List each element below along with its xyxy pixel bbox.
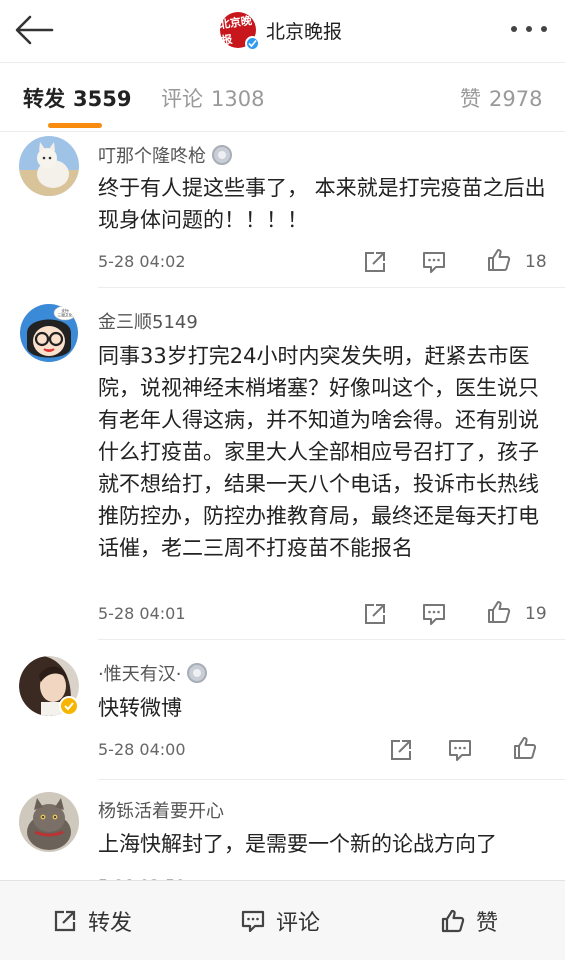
username-text: 叮那个隆咚枪: [98, 146, 206, 167]
bottom-action-bar: 转发 评论 赞: [0, 880, 565, 960]
comment-time: 5-28 04:01: [98, 604, 186, 623]
top-bar: 北京晚报 北京晚报: [0, 0, 565, 62]
comment-time: 5-28 04:00: [98, 740, 186, 759]
tab-repost-count: 3559: [73, 87, 132, 111]
username-text: 金三顺5149: [98, 312, 198, 333]
tab-comments-label: 评论: [161, 87, 203, 111]
like-icon[interactable]: [486, 599, 512, 625]
tab-likes[interactable]: 赞 2978: [460, 83, 542, 113]
like-count: 19: [525, 604, 547, 624]
tab-comments[interactable]: 评论 1308: [161, 83, 264, 113]
comment-button[interactable]: 评论: [240, 903, 320, 939]
avatar[interactable]: 支持 三顺文化: [19, 303, 79, 363]
list-item: 叮那个隆咚枪 终于有人提这些事了， 本来就是打完疫苗之后出现身体问题的！！！！ …: [0, 132, 565, 288]
like-label: 赞: [476, 911, 499, 936]
medal-icon: [187, 663, 208, 683]
comment-text: 同事33岁打完24小时内突发失明，赶紧去市医院，说视神经末梢堵塞？好像叫这个，医…: [98, 344, 539, 560]
avatar-caption-line2: 三顺文化: [57, 313, 72, 318]
share-icon[interactable]: [388, 737, 414, 763]
reply-icon[interactable]: [447, 737, 473, 763]
reply-icon[interactable]: [421, 249, 447, 275]
share-icon: [54, 910, 76, 932]
like-count: 18: [525, 252, 547, 272]
reply-icon: [241, 910, 265, 933]
comment-username[interactable]: 金三顺5149: [98, 308, 198, 334]
list-item: 杨铄活着要开心 上海快解封了，是需要一个新的论战方向了 5-28 03:59: [0, 780, 565, 895]
comment-username[interactable]: 叮那个隆咚枪: [98, 142, 232, 168]
verified-icon: [59, 696, 79, 716]
like-icon[interactable]: [486, 247, 512, 273]
like-icon[interactable]: [512, 735, 538, 761]
list-item: 支持 三顺文化 金三顺5149 同事33岁打完24小时内突发失明，赶紧去市医院，…: [0, 288, 565, 640]
tab-likes-label: 赞: [460, 87, 481, 111]
username-text: 杨铄活着要开心: [98, 801, 224, 822]
avatar[interactable]: [19, 656, 79, 716]
tab-bar: 转发 3559 评论 1308 赞 2978: [0, 63, 565, 131]
list-item: ·惟天有汉· 快转微博 5-28 04:00: [0, 640, 565, 780]
tab-likes-count: 2978: [489, 87, 543, 111]
like-button[interactable]: 赞: [440, 903, 498, 939]
share-icon[interactable]: [362, 601, 388, 627]
comment-text: 上海快解封了，是需要一个新的论战方向了: [98, 832, 497, 856]
reply-icon[interactable]: [421, 601, 447, 627]
repost-label: 转发: [88, 911, 133, 936]
like-icon: [441, 909, 465, 933]
comment-username[interactable]: ·惟天有汉·: [98, 660, 208, 686]
back-arrow-icon[interactable]: [14, 12, 54, 48]
tab-repost[interactable]: 转发 3559: [23, 83, 131, 113]
account-header[interactable]: 北京晚报 北京晚报: [218, 10, 343, 51]
tab-comments-count: 1308: [211, 87, 265, 111]
comment-username[interactable]: 杨铄活着要开心: [98, 797, 224, 823]
avatar[interactable]: [19, 136, 79, 196]
share-icon[interactable]: [362, 249, 388, 275]
more-dots-icon[interactable]: [511, 24, 547, 34]
account-avatar[interactable]: 北京晚报: [218, 12, 260, 51]
comment-text: 快转微博: [98, 696, 182, 720]
tab-repost-label: 转发: [23, 87, 65, 111]
comment-time: 5-28 04:02: [98, 252, 186, 271]
active-tab-indicator: [48, 123, 102, 128]
repost-button[interactable]: 转发: [52, 903, 132, 939]
comment-label: 评论: [276, 911, 321, 936]
avatar[interactable]: [19, 792, 79, 852]
account-name: 北京晚报: [266, 20, 343, 43]
verified-icon: [245, 36, 260, 51]
medal-icon: [212, 145, 232, 165]
username-text: ·惟天有汉·: [98, 664, 182, 685]
comment-text: 终于有人提这些事了， 本来就是打完疫苗之后出现身体问题的！！！！: [98, 176, 546, 232]
